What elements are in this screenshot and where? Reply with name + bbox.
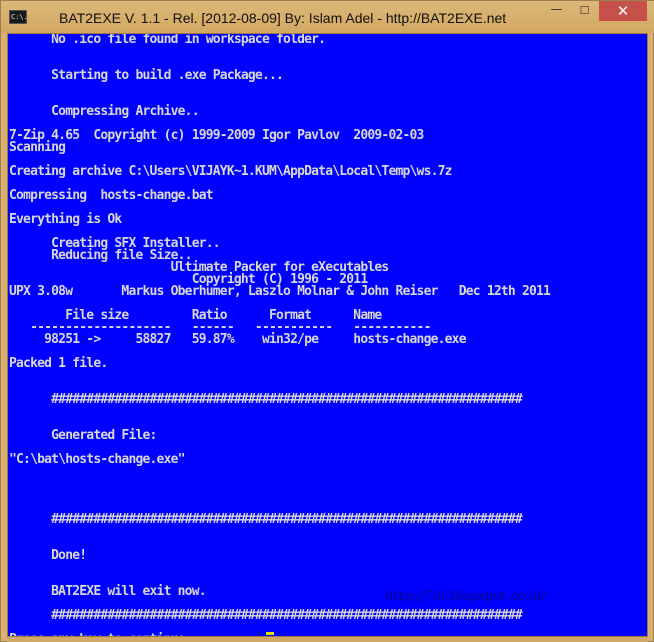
console-text: No .ico file found in workspace folder. … [9,33,551,636]
console-line: 98251 -> 58827 59.87% win32/pe hosts-cha… [9,332,466,347]
maximize-button[interactable]: ☐ [571,1,598,21]
console-line: ########################################… [9,512,523,527]
window-title: BAT2EXE V. 1.1 - Rel. [2012-08-09] By: I… [59,10,507,26]
console-window: C:\. BAT2EXE V. 1.1 - Rel. [2012-08-09] … [0,0,654,642]
title-bar[interactable]: C:\. BAT2EXE V. 1.1 - Rel. [2012-08-09] … [1,1,654,33]
console-line: Packed 1 file. [9,356,108,371]
text-cursor [266,632,274,635]
command-prompt-icon[interactable]: C:\. [9,10,28,24]
minimize-button[interactable]: — [543,1,570,21]
console-line: "C:\bat\hosts-change.exe" [9,452,185,467]
console-line: 7-Zip 4.65 Copyright (c) 1999-2009 Igor … [9,128,424,143]
console-line: Compressing hosts-change.bat [9,188,214,203]
console-line: No .ico file found in workspace folder. [9,33,326,47]
close-button[interactable]: ✕ [599,1,647,21]
console-line: Everything is Ok [9,212,122,227]
console-line: Compressing Archive.. [9,104,199,119]
console-line: Creating archive C:\Users\VIJAYK~1.KUM\A… [9,164,452,179]
console-line: Scanning [9,140,66,155]
watermark-text: http://7oi.blogspot.co.id/ [385,589,547,604]
console-line: Generated File: [9,428,157,443]
console-line: Done! [9,548,87,563]
console-line: ########################################… [9,608,523,623]
console-line: UPX 3.08w Markus Oberhumer, Laszlo Molna… [9,284,551,299]
window-bottom-border [7,637,648,642]
console-line: ########################################… [9,392,523,407]
console-line: Starting to build .exe Package... [9,68,284,83]
console-output-area[interactable]: No .ico file found in workspace folder. … [7,33,648,637]
